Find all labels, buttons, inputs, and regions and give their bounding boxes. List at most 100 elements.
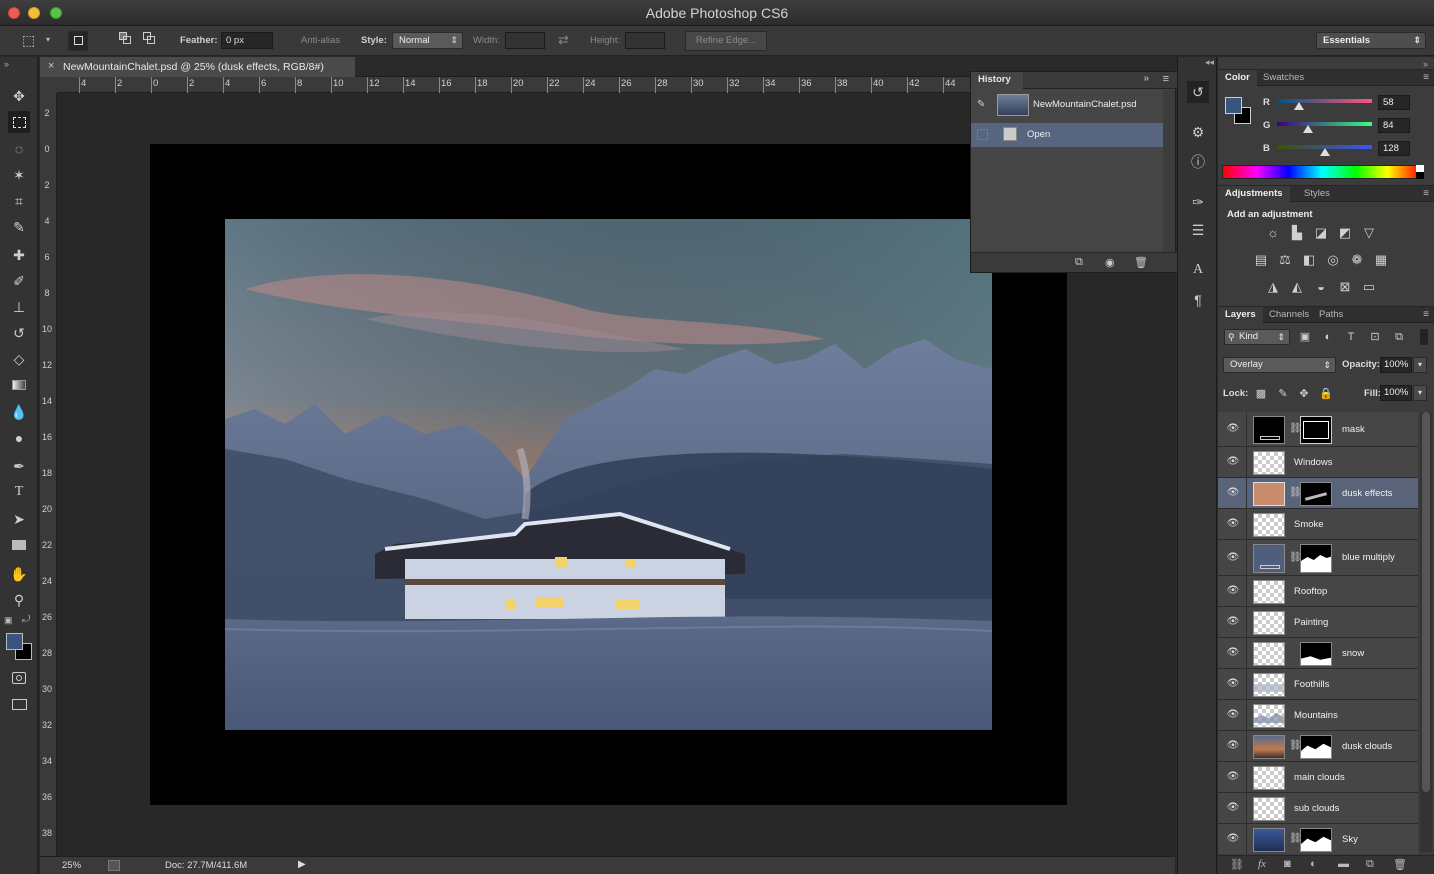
- status-menu-arrow-icon[interactable]: ▶: [298, 859, 306, 870]
- zoom-tool-icon[interactable]: ⚲: [8, 589, 30, 611]
- layers-scrollbar-thumb[interactable]: [1422, 412, 1430, 792]
- layer-row[interactable]: 👁 ⛓ mask: [1218, 412, 1418, 447]
- visibility-eye-icon[interactable]: 👁: [1226, 552, 1240, 564]
- visibility-eye-icon[interactable]: 👁: [1226, 771, 1240, 783]
- history-state-item[interactable]: Open: [971, 123, 1163, 147]
- filter-pixel-icon[interactable]: ▣: [1296, 328, 1314, 346]
- layer-mask-thumbnail[interactable]: [1300, 544, 1332, 573]
- filter-adjustment-icon[interactable]: ◐: [1319, 328, 1337, 346]
- layer-row-selected[interactable]: 👁 ⛓ dusk effects: [1218, 478, 1418, 509]
- blend-mode-dropdown[interactable]: Overlay ⇕: [1223, 357, 1336, 373]
- ruler-corner[interactable]: [40, 77, 57, 93]
- healing-brush-tool-icon[interactable]: ✚: [8, 244, 30, 266]
- invert-icon[interactable]: ◮: [1264, 278, 1282, 296]
- threshold-icon[interactable]: ◒: [1312, 278, 1330, 296]
- swatches-tab[interactable]: Swatches: [1256, 70, 1311, 87]
- add-layer-mask-icon[interactable]: ◙: [1284, 858, 1291, 870]
- color-balance-icon[interactable]: ⚖: [1276, 251, 1294, 269]
- layer-mask-thumbnail[interactable]: [1300, 828, 1332, 852]
- styles-tab[interactable]: Styles: [1297, 186, 1337, 203]
- pen-tool-icon[interactable]: ✒: [8, 455, 30, 477]
- blue-slider-thumb[interactable]: [1319, 148, 1330, 156]
- collapse-right-panels-icon[interactable]: »: [1423, 59, 1428, 69]
- color-lookup-icon[interactable]: ▦: [1372, 251, 1390, 269]
- info-panel-icon[interactable]: ⓘ: [1187, 151, 1209, 173]
- layers-scrollbar[interactable]: [1420, 412, 1432, 852]
- intersect-selection-button[interactable]: [143, 32, 157, 46]
- type-tool-icon[interactable]: T: [8, 481, 30, 503]
- layers-panel-menu-icon[interactable]: ≡: [1423, 309, 1429, 320]
- lock-position-icon[interactable]: ✥: [1295, 385, 1313, 403]
- refine-edge-button[interactable]: Refine Edge...: [685, 31, 767, 51]
- eraser-tool-icon[interactable]: ◇: [8, 348, 30, 370]
- document-tab[interactable]: × NewMountainChalet.psd @ 25% (dusk effe…: [40, 57, 355, 77]
- green-slider[interactable]: G 84: [1263, 118, 1428, 138]
- character-panel-icon[interactable]: A: [1187, 259, 1209, 281]
- color-tab[interactable]: Color: [1218, 70, 1257, 87]
- screen-mode-icon[interactable]: [8, 693, 30, 715]
- layer-row[interactable]: 👁 ⛓ dusk clouds: [1218, 731, 1418, 762]
- expand-panels-icon[interactable]: ◂◂: [1205, 57, 1214, 68]
- collapse-tools-icon[interactable]: »: [4, 59, 9, 69]
- visibility-eye-icon[interactable]: 👁: [1226, 487, 1240, 499]
- green-slider-thumb[interactable]: [1303, 125, 1314, 133]
- opacity-input[interactable]: 100%: [1380, 357, 1412, 373]
- filter-smart-object-icon[interactable]: ⧉: [1390, 328, 1408, 346]
- color-foreground-swatch[interactable]: [1225, 97, 1242, 114]
- filter-shape-icon[interactable]: ⊡: [1366, 328, 1384, 346]
- history-tab[interactable]: History: [971, 72, 1023, 89]
- red-slider-thumb[interactable]: [1293, 102, 1304, 110]
- curves-icon[interactable]: ◪: [1312, 224, 1330, 242]
- filter-toggle-switch[interactable]: [1420, 329, 1428, 345]
- red-value-input[interactable]: 58: [1378, 95, 1410, 110]
- new-group-icon[interactable]: ▬: [1338, 858, 1349, 870]
- channel-mixer-icon[interactable]: ❁: [1348, 251, 1366, 269]
- black-white-icon[interactable]: ◧: [1300, 251, 1318, 269]
- photo-filter-icon[interactable]: ◎: [1324, 251, 1342, 269]
- close-document-icon[interactable]: ×: [48, 60, 54, 72]
- visibility-eye-icon[interactable]: 👁: [1226, 616, 1240, 628]
- chalet-artwork[interactable]: [225, 219, 992, 730]
- create-snapshot-icon[interactable]: ◉: [1105, 256, 1115, 269]
- new-document-from-state-icon[interactable]: ⧉: [1075, 256, 1083, 269]
- visibility-eye-icon[interactable]: 👁: [1226, 647, 1240, 659]
- visibility-eye-icon[interactable]: 👁: [1226, 423, 1240, 435]
- status-options-icon[interactable]: [108, 860, 120, 871]
- layers-tab[interactable]: Layers: [1218, 307, 1263, 324]
- history-scrollbar[interactable]: [1163, 90, 1175, 252]
- history-collapse-icon[interactable]: »: [1143, 73, 1149, 84]
- layer-mask-thumbnail[interactable]: [1300, 735, 1332, 759]
- new-layer-icon[interactable]: ⧉: [1366, 858, 1374, 871]
- subtract-from-selection-button[interactable]: [119, 32, 133, 46]
- brush-settings-icon[interactable]: ☰: [1187, 219, 1209, 241]
- clone-stamp-tool-icon[interactable]: ⊥: [8, 296, 30, 318]
- levels-icon[interactable]: ▙: [1288, 224, 1306, 242]
- paragraph-panel-icon[interactable]: ¶: [1187, 289, 1209, 311]
- link-layers-icon[interactable]: ⛓: [1230, 858, 1244, 871]
- move-tool-icon[interactable]: ✥: [8, 85, 30, 107]
- visibility-eye-icon[interactable]: 👁: [1226, 802, 1240, 814]
- color-panel-menu-icon[interactable]: ≡: [1423, 72, 1429, 83]
- swap-width-height-icon[interactable]: ⇄: [558, 31, 569, 49]
- layer-row[interactable]: 👁 snow: [1218, 638, 1418, 669]
- history-panel-menu-icon[interactable]: ≡: [1163, 73, 1169, 85]
- marquee-tool-preset-icon[interactable]: ⬚: [22, 31, 35, 49]
- green-value-input[interactable]: 84: [1378, 118, 1410, 133]
- layer-row[interactable]: 👁 main clouds: [1218, 762, 1418, 793]
- visibility-eye-icon[interactable]: 👁: [1226, 678, 1240, 690]
- eyedropper-tool-icon[interactable]: ✎: [8, 216, 30, 238]
- layer-row[interactable]: 👁 Rooftop: [1218, 576, 1418, 607]
- layer-style-fx-icon[interactable]: fx: [1258, 858, 1266, 870]
- hue-saturation-icon[interactable]: ▤: [1252, 251, 1270, 269]
- visibility-eye-icon[interactable]: 👁: [1226, 833, 1240, 845]
- blue-slider[interactable]: B 128: [1263, 141, 1428, 161]
- brightness-contrast-icon[interactable]: ☼: [1264, 224, 1282, 242]
- brush-tool-icon[interactable]: ✐: [8, 270, 30, 292]
- tool-preset-dropdown-icon[interactable]: ▾: [46, 31, 50, 49]
- workspace-dropdown[interactable]: Essentials: [1316, 32, 1426, 49]
- history-state-checkbox[interactable]: [977, 129, 988, 140]
- magic-wand-tool-icon[interactable]: ✶: [8, 164, 30, 186]
- visibility-eye-icon[interactable]: 👁: [1226, 456, 1240, 468]
- filter-type-icon[interactable]: T: [1342, 328, 1360, 346]
- lasso-tool-icon[interactable]: ◌: [8, 138, 30, 160]
